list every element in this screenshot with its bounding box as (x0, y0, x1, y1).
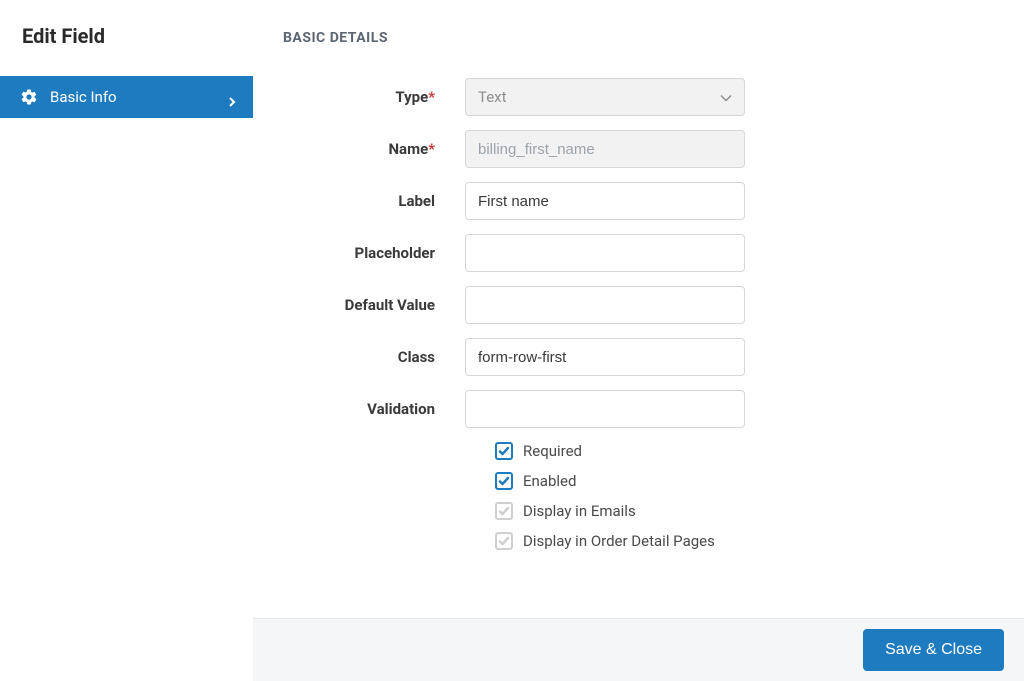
checkbox-group: Required Enabled Display in Emails Displ… (495, 442, 994, 550)
row-placeholder: Placeholder (283, 234, 994, 272)
checkbox-required[interactable]: Required (495, 442, 994, 460)
main-panel: BASIC DETAILS Type* Text Name* Label Pla… (253, 0, 1024, 619)
checkbox-label: Required (523, 442, 582, 460)
label-validation: Validation (283, 400, 465, 418)
checkbox-enabled[interactable]: Enabled (495, 472, 994, 490)
type-select-value: Text (478, 88, 507, 106)
row-validation: Validation (283, 390, 994, 428)
chevron-right-icon (227, 92, 237, 102)
save-close-button[interactable]: Save & Close (863, 629, 1004, 671)
placeholder-input[interactable] (465, 234, 745, 272)
checkbox-display-order-pages[interactable]: Display in Order Detail Pages (495, 532, 994, 550)
sidebar-item-basic-info[interactable]: Basic Info (0, 76, 253, 118)
label-type: Type* (283, 88, 465, 106)
checkbox-icon (495, 442, 513, 460)
footer: Save & Close (253, 619, 1024, 681)
label-placeholder: Placeholder (283, 244, 465, 262)
label-label: Label (283, 192, 465, 210)
sidebar: Edit Field Basic Info (0, 0, 253, 681)
row-default-value: Default Value (283, 286, 994, 324)
validation-input[interactable] (465, 390, 745, 428)
row-name: Name* (283, 130, 994, 168)
checkbox-icon (495, 502, 513, 520)
checkbox-display-emails[interactable]: Display in Emails (495, 502, 994, 520)
page-title: Edit Field (0, 0, 253, 76)
row-label: Label (283, 182, 994, 220)
checkbox-label: Display in Order Detail Pages (523, 532, 715, 550)
checkbox-label: Display in Emails (523, 502, 636, 520)
label-input[interactable] (465, 182, 745, 220)
sidebar-item-label: Basic Info (50, 88, 227, 106)
chevron-down-icon (720, 88, 732, 106)
checkbox-label: Enabled (523, 472, 576, 490)
row-class: Class (283, 338, 994, 376)
checkbox-icon (495, 532, 513, 550)
name-input (465, 130, 745, 168)
label-class: Class (283, 348, 465, 366)
section-title: BASIC DETAILS (283, 30, 994, 46)
row-type: Type* Text (283, 78, 994, 116)
gear-icon (20, 88, 38, 106)
type-select[interactable]: Text (465, 78, 745, 116)
label-name: Name* (283, 140, 465, 158)
checkbox-icon (495, 472, 513, 490)
class-input[interactable] (465, 338, 745, 376)
label-default-value: Default Value (283, 296, 465, 314)
default-value-input[interactable] (465, 286, 745, 324)
